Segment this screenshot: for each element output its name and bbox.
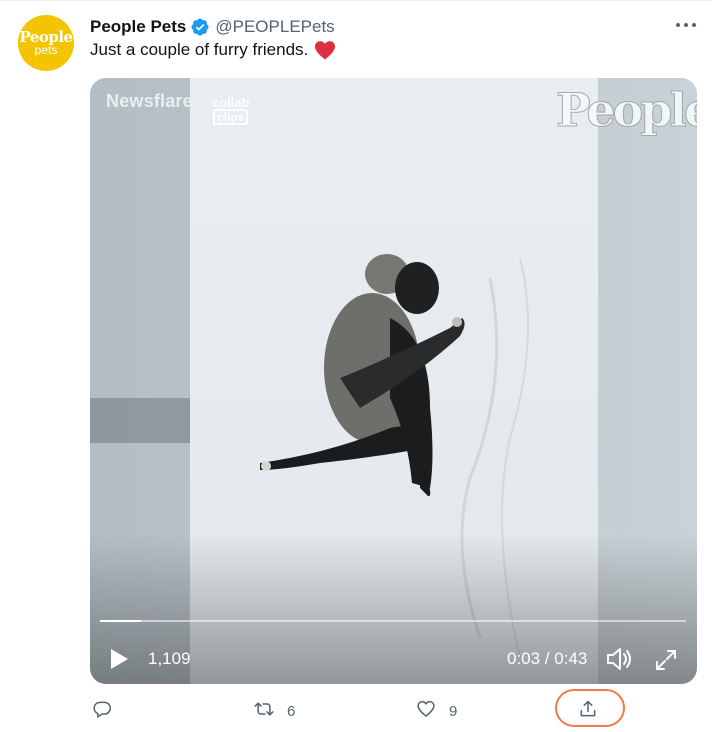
verified-badge-icon (190, 17, 210, 37)
heart-emoji-icon (314, 40, 336, 60)
video-progress-bar[interactable] (100, 620, 686, 622)
retweet-icon (254, 699, 274, 723)
like-icon (416, 699, 436, 723)
share-icon (578, 699, 598, 723)
more-icon[interactable] (676, 18, 696, 32)
view-count: 1,109 (148, 649, 191, 668)
more-dot (676, 23, 680, 27)
like-count: 9 (449, 702, 458, 720)
video-time: 0:03 / 0:43 (507, 649, 588, 668)
more-dot (692, 23, 696, 27)
play-icon[interactable] (108, 648, 130, 670)
video-controls: 1,109 0:03 / 0:43 (90, 636, 697, 680)
avatar-sub-text: pets (34, 43, 58, 57)
display-name[interactable]: People Pets (90, 17, 186, 37)
video-frame-image (90, 78, 697, 684)
tweet-body: Just a couple of furry friends. (90, 40, 309, 59)
tweet-text: Just a couple of furry friends. (90, 40, 336, 60)
account-handle[interactable]: @PEOPLEPets (215, 17, 334, 37)
like-button[interactable]: 9 (416, 696, 457, 726)
retweet-button[interactable]: 6 (254, 696, 295, 726)
fullscreen-icon[interactable] (654, 648, 678, 672)
collab-clips-watermark: collab clips (212, 96, 250, 125)
avatar[interactable]: People pets (18, 15, 74, 71)
reply-icon (92, 699, 112, 723)
tweet-actions: 6 9 (90, 689, 697, 727)
top-divider (0, 0, 712, 1)
reply-button[interactable] (92, 696, 125, 726)
retweet-count: 6 (287, 702, 296, 720)
video-frame (90, 78, 697, 684)
volume-icon[interactable] (605, 646, 633, 672)
video-progress-fill (100, 620, 142, 622)
more-dot (684, 23, 688, 27)
newsflare-watermark: Newsflare (106, 91, 193, 111)
clips-text: clips (213, 109, 249, 125)
people-watermark: People (555, 83, 697, 138)
tweet-header: People Pets @PEOPLEPets (90, 16, 335, 38)
share-button[interactable] (578, 696, 598, 726)
video-player[interactable]: Newsflare collab clips People 1,109 0:03… (90, 78, 697, 684)
collab-text: collab (212, 95, 250, 110)
